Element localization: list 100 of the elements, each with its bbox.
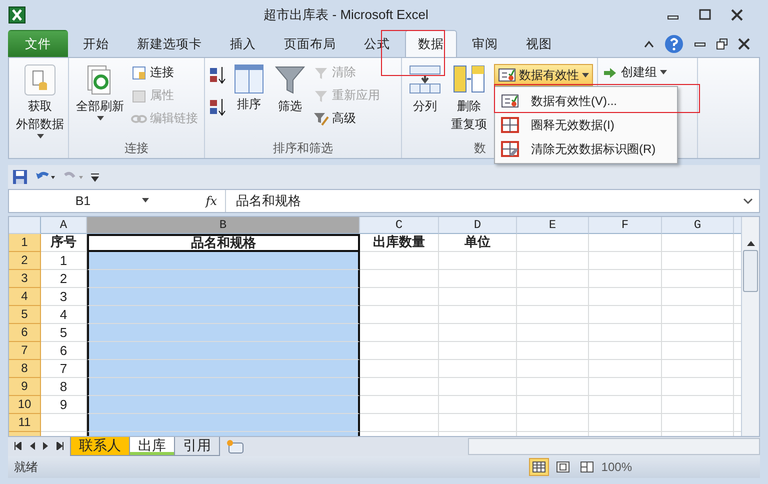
group-label: 数 (474, 141, 486, 156)
ribbon-tab[interactable]: 开始 (70, 30, 122, 58)
ribbon-tab[interactable]: 页面布局 (271, 30, 349, 58)
menu-item[interactable]: 数据有效性(V)... (495, 89, 677, 113)
menu-item[interactable]: 圈释无效数据(I) (495, 113, 677, 137)
table-cell (662, 378, 734, 396)
ribbon-tab[interactable]: 审阅 (459, 30, 511, 58)
data-validation-icon (501, 93, 519, 109)
table-cell (662, 270, 734, 288)
caret-icon[interactable] (96, 116, 104, 122)
column-header[interactable]: G (662, 216, 734, 234)
table-cell: 单位 (439, 234, 517, 252)
table-cell (662, 306, 734, 324)
ribbon-tab[interactable]: 视图 (513, 30, 565, 58)
table-cell (517, 414, 589, 432)
table-cell (517, 270, 589, 288)
sort-ascending-icon[interactable] (209, 66, 227, 84)
sheet-tab[interactable]: 出库 (129, 436, 175, 456)
column-header[interactable]: B (87, 216, 360, 234)
table-cell (662, 252, 734, 270)
normal-view-icon[interactable] (529, 458, 550, 476)
sort-descending-icon[interactable] (209, 98, 227, 116)
sheet-tab[interactable]: 联系人 (70, 436, 130, 456)
close-icon[interactable] (738, 38, 750, 50)
ribbon-button[interactable]: 高级 (313, 110, 380, 128)
file-tab[interactable]: 文件 (8, 30, 68, 58)
column-header[interactable]: E (517, 216, 589, 234)
row-header[interactable]: 3 (9, 270, 41, 288)
scrollbar-thumb[interactable] (743, 250, 758, 292)
ribbon-tab[interactable]: 新建选项卡 (124, 30, 215, 58)
data-validation-icon (498, 67, 516, 84)
ribbon-button[interactable]: 删除 重复项 (448, 62, 490, 140)
collapse-ribbon-icon[interactable] (644, 40, 654, 48)
table-cell (662, 396, 734, 414)
caret-icon[interactable] (36, 134, 44, 140)
table-cell (662, 288, 734, 306)
caret-icon[interactable] (582, 72, 589, 78)
restore-icon[interactable] (716, 38, 728, 50)
help-icon[interactable] (664, 34, 684, 54)
row-header[interactable]: 7 (9, 342, 41, 360)
ribbon-button[interactable]: 分列 (406, 62, 444, 140)
table-cell (517, 324, 589, 342)
row-header[interactable]: 10 (9, 396, 41, 414)
next-sheet-icon[interactable] (42, 442, 50, 450)
circle-invalid-icon (501, 117, 519, 133)
column-header[interactable]: F (589, 216, 662, 234)
group-label: 排序和筛选 (273, 141, 333, 156)
customize-toolbar-icon[interactable] (90, 172, 100, 182)
column-header[interactable]: C (360, 216, 439, 234)
row-header[interactable]: 1 (9, 234, 41, 252)
table-cell (662, 360, 734, 378)
horizontal-scrollbar[interactable] (468, 438, 760, 455)
row-header[interactable]: 4 (9, 288, 41, 306)
save-icon[interactable] (12, 169, 28, 186)
formula-field[interactable]: 品名和规格 (225, 190, 741, 212)
last-sheet-icon[interactable] (56, 442, 64, 450)
table-cell (517, 360, 589, 378)
row-header[interactable]: 2 (9, 252, 41, 270)
ribbon-button[interactable]: 连接 (131, 64, 198, 82)
ribbon-button[interactable]: 创建组 (602, 64, 667, 82)
properties-icon (131, 88, 147, 104)
table-cell (517, 288, 589, 306)
menu-item[interactable]: 清除无效数据标识圈(R) (495, 137, 677, 161)
table-cell (662, 234, 734, 252)
sort-icon (234, 64, 264, 94)
table-cell (517, 342, 589, 360)
ribbon-tab[interactable]: 数据 (405, 30, 457, 58)
connection-icon (131, 64, 147, 81)
zoom-level[interactable]: 100% (601, 460, 752, 474)
row-header[interactable]: 8 (9, 360, 41, 378)
text-to-columns-icon (409, 64, 441, 96)
ribbon-tab[interactable]: 插入 (217, 30, 269, 58)
scroll-up-icon[interactable] (746, 238, 756, 247)
caret-icon[interactable] (142, 198, 149, 204)
maximize-icon[interactable] (698, 8, 712, 21)
table-cell (517, 252, 589, 270)
insert-function-button[interactable]: fx (157, 194, 225, 208)
table-cell (517, 396, 589, 414)
close-icon[interactable] (730, 8, 744, 21)
ribbon-button[interactable]: 排序 (231, 62, 267, 140)
caret-icon[interactable] (660, 70, 667, 76)
table-cell (662, 324, 734, 342)
status-text: 就绪 (14, 458, 38, 476)
row-header[interactable]: 6 (9, 324, 41, 342)
column-header[interactable]: D (439, 216, 517, 234)
row-header[interactable]: 5 (9, 306, 41, 324)
name-box[interactable]: B1 (75, 194, 91, 208)
table-cell (517, 378, 589, 396)
group-label: 连接 (124, 141, 148, 156)
ribbon-button[interactable]: 获取 外部数据 (13, 62, 67, 142)
table-cell (517, 234, 589, 252)
ribbon-button[interactable]: 筛选 (271, 62, 309, 140)
table-cell: 品名和规格 (87, 234, 360, 252)
data-validation-button[interactable]: 数据有效性 (494, 64, 593, 86)
column-header[interactable]: A (41, 216, 87, 234)
previous-sheet-icon[interactable] (28, 442, 36, 450)
row-header[interactable]: 9 (9, 378, 41, 396)
ribbon-button[interactable]: 全部刷新 (73, 62, 127, 140)
row-header[interactable]: 11 (9, 414, 41, 432)
first-sheet-icon[interactable] (14, 442, 22, 450)
